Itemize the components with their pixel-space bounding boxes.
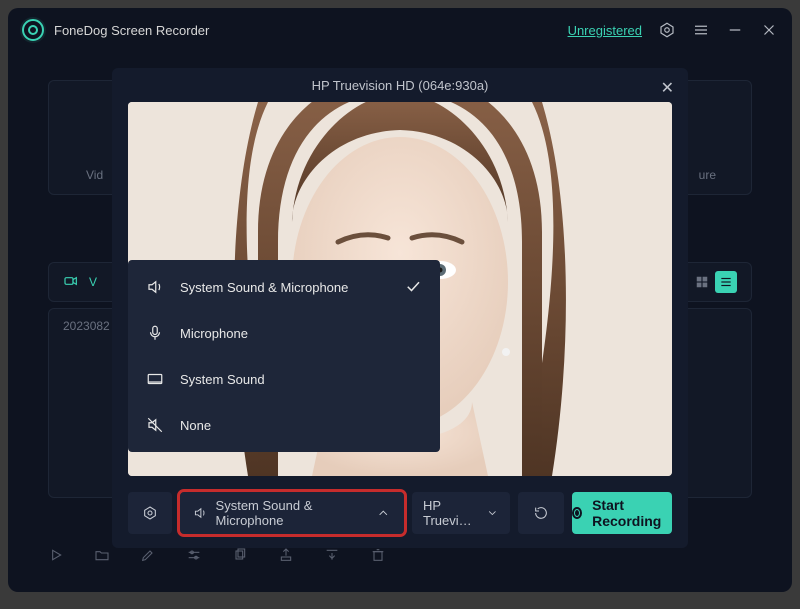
edit-icon[interactable]: [140, 547, 156, 563]
speaker-icon: [193, 505, 208, 521]
delete-icon[interactable]: [370, 547, 386, 563]
close-window-icon[interactable]: [760, 21, 778, 39]
modal-controls: System Sound & Microphone HP Truevi… Sta…: [128, 492, 672, 534]
chevron-down-icon: [486, 505, 499, 521]
grid-view-button[interactable]: [691, 271, 713, 293]
audio-option-label: System Sound: [180, 372, 265, 387]
close-icon[interactable]: ✕: [661, 78, 674, 98]
play-icon[interactable]: [48, 547, 64, 563]
audio-source-dropdown[interactable]: System Sound & Microphone: [180, 492, 404, 534]
folder-icon[interactable]: [94, 547, 110, 563]
modal-settings-button[interactable]: [128, 492, 172, 534]
audio-option-system-sound[interactable]: System Sound: [128, 356, 440, 402]
mute-icon: [146, 416, 164, 434]
title-bar: FoneDog Screen Recorder Unregistered: [8, 8, 792, 52]
modal-title: HP Truevision HD (064e:930a): [112, 78, 688, 93]
audio-option-none[interactable]: None: [128, 402, 440, 448]
record-dot-icon: [572, 507, 582, 519]
audio-option-system-and-mic[interactable]: System Sound & Microphone: [128, 264, 440, 310]
audio-source-selected: System Sound & Microphone: [216, 498, 369, 528]
upload-icon[interactable]: [324, 547, 340, 563]
menu-icon[interactable]: [692, 21, 710, 39]
audio-option-label: System Sound & Microphone: [180, 280, 348, 295]
minimize-icon[interactable]: [726, 21, 744, 39]
unregistered-link[interactable]: Unregistered: [568, 23, 642, 38]
check-icon: [404, 277, 422, 298]
copy-icon[interactable]: [232, 547, 248, 563]
audio-source-popup: System Sound & Microphone Microphone Sys…: [128, 260, 440, 452]
audio-option-label: None: [180, 418, 211, 433]
chevron-up-icon: [376, 505, 391, 521]
app-window: FoneDog Screen Recorder Unregistered Vid…: [8, 8, 792, 592]
sliders-icon[interactable]: [186, 547, 202, 563]
bg-tab-label[interactable]: V: [89, 275, 97, 289]
audio-option-label: Microphone: [180, 326, 248, 341]
camera-device-dropdown[interactable]: HP Truevi…: [412, 492, 510, 534]
camera-device-selected: HP Truevi…: [423, 498, 478, 528]
audio-option-microphone[interactable]: Microphone: [128, 310, 440, 356]
webcam-modal: HP Truevision HD (064e:930a) ✕: [112, 68, 688, 548]
camera-icon: [63, 273, 79, 292]
speaker-icon: [146, 278, 164, 296]
list-view-button[interactable]: [715, 271, 737, 293]
microphone-icon: [146, 324, 164, 342]
app-logo-icon: [22, 19, 44, 41]
reset-button[interactable]: [518, 492, 564, 534]
app-title: FoneDog Screen Recorder: [54, 23, 209, 38]
export-icon[interactable]: [278, 547, 294, 563]
settings-gear-icon[interactable]: [658, 21, 676, 39]
start-recording-button[interactable]: Start Recording: [572, 492, 672, 534]
system-sound-icon: [146, 370, 164, 388]
bg-label-left: Vid: [86, 168, 103, 182]
start-recording-label: Start Recording: [592, 497, 672, 529]
bg-label-right: ure: [699, 168, 716, 182]
